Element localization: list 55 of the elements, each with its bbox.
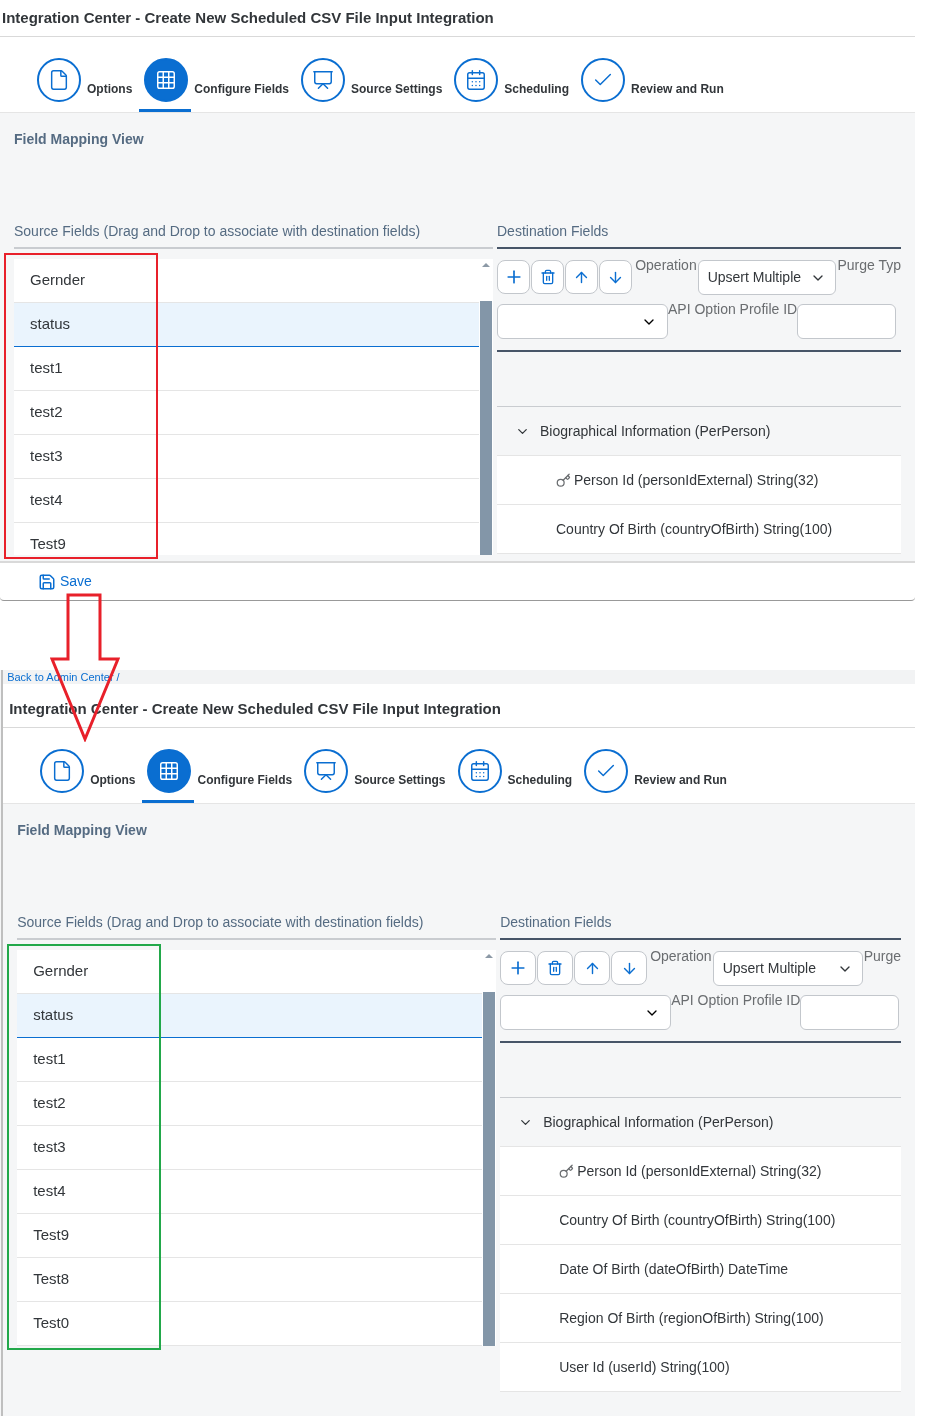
field-label: Operation [650, 947, 712, 966]
column-header: Source Fields (Drag and Drop to associate with destination fields) [14, 221, 493, 249]
save-icon [38, 572, 56, 591]
section-title: Field Mapping View [14, 130, 145, 149]
source-field-row[interactable]: test4 [17, 1170, 483, 1214]
operation-select[interactable]: Upsert Multiple [712, 951, 863, 986]
step-tab[interactable]: Options [39, 740, 136, 802]
source-field-row[interactable]: Test0 [17, 1302, 483, 1346]
profile-select[interactable] [497, 304, 668, 339]
source-field-row[interactable]: test3 [14, 435, 479, 479]
source-field-row[interactable]: test2 [14, 391, 479, 435]
field-label: Purge Typ [837, 256, 901, 275]
step-tab[interactable]: Options [36, 49, 133, 111]
field-label: API Option Profile ID [671, 991, 801, 1010]
source-field-row[interactable]: status [17, 994, 483, 1038]
column-header: Destination Fields [497, 221, 901, 249]
step-tab[interactable]: Source Settings [303, 740, 446, 802]
delete-button[interactable] [531, 260, 565, 294]
key-icon [559, 1163, 575, 1179]
step-tab[interactable]: Review and Run [583, 740, 727, 802]
profile-id-input[interactable] [797, 304, 897, 339]
operation-select[interactable]: Upsert Multiple [697, 260, 837, 295]
step-tab[interactable]: Scheduling [453, 49, 570, 111]
move-up-button[interactable] [565, 260, 599, 294]
section-title: Field Mapping View [17, 821, 148, 840]
source-field-row[interactable]: Test9 [17, 1214, 483, 1258]
source-field-row[interactable]: test3 [17, 1126, 483, 1170]
move-down-button[interactable] [599, 260, 633, 294]
step-tab[interactable]: Review and Run [580, 49, 724, 111]
move-down-button[interactable] [611, 951, 648, 985]
source-field-row[interactable]: test1 [17, 1038, 483, 1082]
profile-id-input[interactable] [800, 995, 900, 1030]
source-field-row[interactable]: test4 [14, 479, 479, 523]
field-label: Purge [863, 947, 901, 966]
profile-select[interactable] [500, 995, 672, 1030]
destination-field[interactable]: User Id (userId) String(100) [559, 1356, 730, 1378]
column-header: Destination Fields [500, 912, 901, 940]
trash-icon [539, 269, 556, 285]
add-button[interactable] [497, 260, 531, 294]
source-field-row[interactable]: test2 [17, 1082, 483, 1126]
field-label: API Option Profile ID [668, 300, 798, 319]
delete-button[interactable] [537, 951, 574, 985]
key-icon [556, 472, 571, 488]
field-label: Operation [635, 256, 697, 275]
step-tab[interactable]: Source Settings [300, 49, 443, 111]
step-tab[interactable]: Scheduling [456, 740, 573, 802]
column-header: Source Fields (Drag and Drop to associate with destination fields) [17, 912, 497, 940]
move-up-button[interactable] [574, 951, 611, 985]
add-button[interactable] [500, 951, 537, 985]
source-field-row[interactable]: Test8 [17, 1258, 483, 1302]
page-title: Integration Center - Create New Scheduled CSV File Input Integration [2, 7, 494, 28]
source-field-row[interactable]: test1 [14, 347, 479, 391]
save-button[interactable]: Save [38, 571, 92, 592]
trash-icon [547, 960, 564, 976]
source-field-row[interactable]: status [14, 303, 479, 347]
